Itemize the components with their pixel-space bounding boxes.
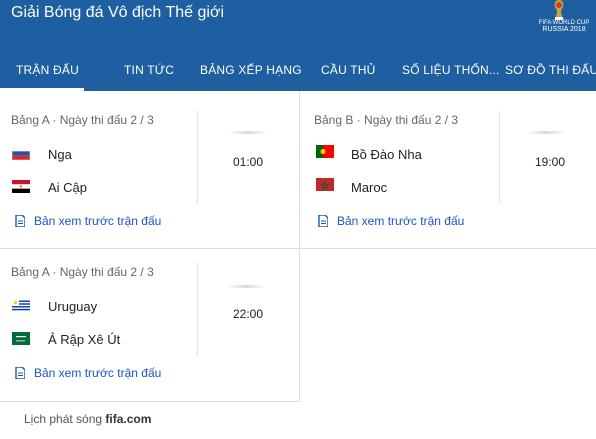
match-card[interactable]: Bảng A · Ngày thi đấu 2 / 3 Uruguay Ả Rậ… <box>0 249 299 401</box>
tab-stats[interactable]: Số liệu thốn... <box>402 58 499 91</box>
document-icon <box>15 367 25 379</box>
page-title: Giải Bóng đá Vô địch Thế giới <box>11 4 224 21</box>
grid-divider-bottom <box>0 401 300 402</box>
away-team-name: Maroc <box>351 180 388 195</box>
footer-source-link[interactable]: fifa.com <box>105 412 151 426</box>
kickoff-time: 01:00 <box>232 155 264 169</box>
world-cup-logo: FIFA WORLD CUP RUSSIA 2018 <box>536 0 592 40</box>
kickoff-time: 19:00 <box>534 155 566 169</box>
away-team-name: Ai Cập <box>48 180 88 195</box>
home-team-name: Bồ Đào Nha <box>351 147 422 162</box>
document-icon <box>15 215 25 227</box>
card-divider <box>197 111 198 204</box>
logo-line2: RUSSIA 2018 <box>542 26 586 33</box>
saudi-arabia-flag-icon <box>12 332 30 345</box>
card-divider <box>499 111 500 204</box>
date-label <box>526 131 566 134</box>
tab-bar: Trận đấu Tin tức Bảng xếp hạng Cầu thủ S… <box>0 58 596 91</box>
card-divider <box>197 263 198 356</box>
match-grid: Bảng A · Ngày thi đấu 2 / 3 Nga Ai Cập 0… <box>0 91 596 402</box>
tab-bracket[interactable]: Sơ đồ thi đấu <box>505 58 596 91</box>
kickoff-time: 22:00 <box>232 307 264 321</box>
home-team-name: Uruguay <box>48 299 98 314</box>
home-team-name: Nga <box>48 147 72 162</box>
trophy-icon <box>554 0 564 20</box>
match-group-label: Bảng B · Ngày thi đấu 2 / 3 <box>314 113 459 127</box>
document-icon <box>318 215 328 227</box>
tab-matches[interactable]: Trận đấu <box>0 58 84 91</box>
egypt-flag-icon <box>12 180 30 193</box>
date-label <box>226 285 266 288</box>
portugal-flag-icon <box>316 145 334 158</box>
match-preview-link[interactable]: Bản xem trước trận đấu <box>337 214 464 228</box>
match-card[interactable]: Bảng B · Ngày thi đấu 2 / 3 Bồ Đào Nha M… <box>300 91 596 248</box>
match-card[interactable]: Bảng A · Ngày thi đấu 2 / 3 Nga Ai Cập 0… <box>0 91 299 248</box>
grid-divider-horizontal <box>299 248 596 249</box>
tab-players[interactable]: Cầu thủ <box>321 58 376 91</box>
tab-news[interactable]: Tin tức <box>124 58 174 91</box>
footer-label: Lịch phát sóng <box>24 412 103 426</box>
match-preview-link[interactable]: Bản xem trước trận đấu <box>34 214 161 228</box>
match-group-label: Bảng A · Ngày thi đấu 2 / 3 <box>11 265 154 279</box>
uruguay-flag-icon <box>12 299 30 312</box>
broadcast-footer: Lịch phát sóng fifa.com <box>24 412 151 426</box>
away-team-name: Ả Rập Xê Út <box>48 332 121 347</box>
tab-standings[interactable]: Bảng xếp hạng <box>200 58 302 91</box>
match-preview-link[interactable]: Bản xem trước trận đấu <box>34 366 161 380</box>
match-group-label: Bảng A · Ngày thi đấu 2 / 3 <box>11 113 154 127</box>
date-label <box>228 131 268 134</box>
russia-flag-icon <box>12 147 30 160</box>
header-bar: Giải Bóng đá Vô địch Thế giới FIFA WORLD… <box>0 0 596 91</box>
morocco-flag-icon <box>316 178 334 191</box>
